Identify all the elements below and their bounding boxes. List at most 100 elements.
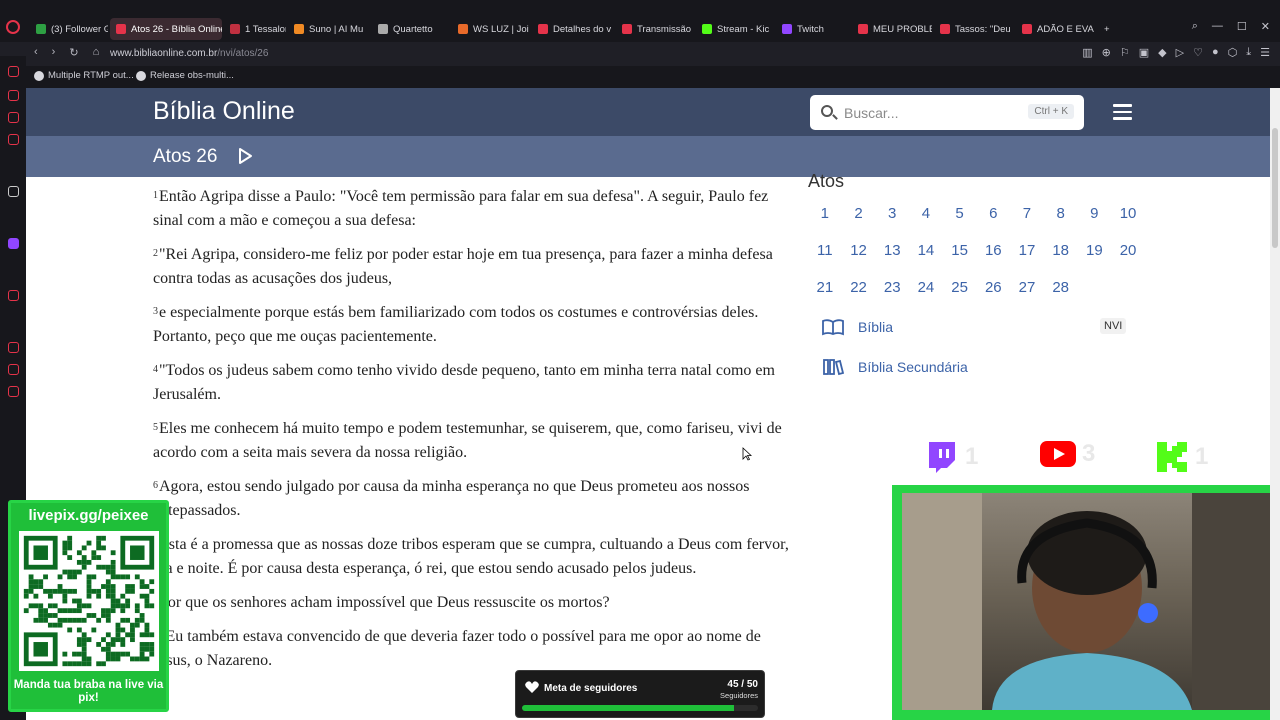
chapter-link[interactable]: 25 [943, 277, 977, 298]
url-field[interactable]: www.bibliaonline.com.br/nvi/atos/26 [110, 48, 268, 59]
reload-icon[interactable]: ↻ [69, 46, 78, 59]
chapter-link[interactable]: 14 [909, 240, 943, 261]
verse[interactable]: 3e especialmente porque estás bem famili… [153, 301, 798, 349]
browser-tab[interactable]: MEU PROBLE [852, 18, 932, 40]
sidebar-ai-icon[interactable] [8, 186, 19, 197]
zoom-icon[interactable]: ⊕ [1102, 46, 1111, 59]
sidebar-cube-icon[interactable] [8, 364, 19, 375]
close-icon[interactable]: ✕ [1261, 20, 1270, 33]
download-icon[interactable]: ⤓ [1246, 46, 1251, 59]
verse[interactable]: 8Por que os senhores acham impossível qu… [153, 591, 798, 615]
chapter-link[interactable]: 13 [875, 240, 909, 261]
secondary-bible-link[interactable]: Bíblia Secundária [822, 358, 968, 376]
verse[interactable]: 7Esta é a promessa que as nossas doze tr… [153, 533, 798, 581]
browser-tab[interactable]: Detalhes do v [532, 18, 614, 40]
search-box[interactable]: Ctrl + K [810, 95, 1084, 130]
heart-icon[interactable]: ♡ [1193, 46, 1203, 59]
play-icon[interactable]: ▷ [1176, 46, 1184, 59]
chapter-link[interactable]: 22 [842, 277, 876, 298]
sidebar-bag-icon[interactable] [8, 90, 19, 101]
chapter-link[interactable]: 26 [976, 277, 1010, 298]
browser-logo-icon[interactable] [6, 20, 20, 34]
extensions-icon[interactable]: ⬡ [1228, 46, 1238, 59]
sidebar-twitch-icon[interactable] [8, 238, 19, 249]
chapter-link[interactable]: 10 [1111, 203, 1145, 224]
bookmark-icon[interactable]: ⚐ [1120, 46, 1130, 59]
chapter-link[interactable]: 15 [943, 240, 977, 261]
chapter-link[interactable]: 3 [875, 203, 909, 224]
browser-tab[interactable]: 1 Tessalonic [224, 18, 286, 40]
sidebar-player-icon[interactable] [8, 290, 19, 301]
chapter-link[interactable]: 8 [1044, 203, 1078, 224]
bookmark-multiple-rtmp[interactable]: Multiple RTMP out... [34, 70, 134, 81]
chapter-link[interactable]: 20 [1111, 240, 1145, 261]
goal-progress-fill [522, 705, 735, 711]
chapter-link[interactable]: 11 [808, 240, 842, 261]
tab-label: Atos 26 - Bíblia Online [131, 23, 222, 35]
snapshot-icon[interactable]: ▣ [1139, 46, 1149, 59]
browser-tab[interactable]: Quartetto [372, 18, 450, 40]
browser-tab[interactable]: Transmissão [616, 18, 694, 40]
sidebar-history-icon[interactable] [8, 66, 19, 77]
verse[interactable]: 2"Rei Agripa, considero-me feliz por pod… [153, 243, 798, 291]
search-input[interactable] [844, 103, 1014, 123]
goal-label: Meta de seguidores [544, 683, 638, 694]
chapter-link[interactable]: 5 [943, 203, 977, 224]
sidebar-tv-icon[interactable] [8, 134, 19, 145]
verse[interactable]: 4"Todos os judeus sabem como tenho vivid… [153, 359, 798, 407]
maximize-icon[interactable]: ☐ [1237, 20, 1247, 33]
browser-tab[interactable]: Atos 26 - Bíblia Online [110, 18, 222, 40]
pix-qr-panel: livepix.gg/peixee Manda tua braba na liv… [8, 500, 169, 712]
browser-tab[interactable]: ADÃO E EVA [1016, 18, 1096, 40]
url-path: /nvi/atos/26 [217, 48, 269, 59]
home-icon[interactable]: ⌂ [93, 46, 100, 59]
chapter-link[interactable]: 17 [1010, 240, 1044, 261]
sidebar-toggle-icon[interactable]: ▥ [1082, 46, 1092, 59]
browser-tab[interactable]: Suno | AI Mu [288, 18, 370, 40]
chapter-link[interactable]: 1 [808, 203, 842, 224]
menu-icon[interactable]: ☰ [1260, 46, 1270, 59]
site-title[interactable]: Bíblia Online [153, 97, 295, 126]
verse[interactable]: 5Eles me conhecem há muito tempo e podem… [153, 417, 798, 465]
search-tabs-icon[interactable]: ⌕ [1192, 20, 1198, 33]
sidebar-music-icon[interactable] [8, 112, 19, 123]
browser-tab[interactable]: Tassos: "Deu [934, 18, 1014, 40]
chapter-link[interactable]: 6 [976, 203, 1010, 224]
browser-tab[interactable]: Twitch [776, 18, 850, 40]
chapter-link[interactable]: 4 [909, 203, 943, 224]
minimize-icon[interactable]: — [1212, 20, 1223, 33]
chapter-link[interactable]: 18 [1044, 240, 1078, 261]
chapter-link[interactable]: 16 [976, 240, 1010, 261]
bookmark-release-obs[interactable]: Release obs-multi... [136, 70, 234, 81]
chapter-link[interactable]: 19 [1078, 240, 1112, 261]
verse[interactable]: 9"Eu também estava convencido de que dev… [153, 625, 798, 673]
hamburger-menu-icon[interactable] [1113, 104, 1132, 120]
browser-tab[interactable]: Stream - Kic [696, 18, 774, 40]
shield-icon[interactable]: ◆ [1158, 46, 1166, 59]
new-tab-icon[interactable]: + [1098, 18, 1116, 40]
browser-tab[interactable]: (3) Follower G [30, 18, 108, 40]
sidebar-settings-icon[interactable] [8, 386, 19, 397]
chapter-link[interactable]: 12 [842, 240, 876, 261]
chapter-link[interactable]: 23 [875, 277, 909, 298]
sidebar-clock-icon[interactable] [8, 342, 19, 353]
chapter-link[interactable]: 7 [1010, 203, 1044, 224]
play-audio-icon[interactable] [236, 147, 254, 165]
extension-icon[interactable]: ● [1212, 46, 1219, 59]
bible-version-badge[interactable]: NVI [1100, 318, 1127, 334]
bible-link[interactable]: Bíblia [822, 318, 893, 336]
verse[interactable]: 6Agora, estou sendo julgado por causa da… [153, 475, 798, 523]
browser-tab[interactable]: WS LUZ | Joi [452, 18, 530, 40]
page-scrollbar[interactable] [1270, 88, 1280, 720]
forward-icon[interactable]: › [52, 46, 56, 59]
chapter-link[interactable]: 24 [909, 277, 943, 298]
chapter-link[interactable]: 28 [1044, 277, 1078, 298]
back-icon[interactable]: ‹ [34, 46, 38, 59]
chapter-link[interactable]: 9 [1078, 203, 1112, 224]
chapter-link[interactable]: 21 [808, 277, 842, 298]
verse[interactable]: 1Então Agripa disse a Paulo: "Você tem p… [153, 185, 798, 233]
tab-label: (3) Follower G [51, 23, 108, 35]
chapter-link[interactable]: 27 [1010, 277, 1044, 298]
chapter-link[interactable]: 2 [842, 203, 876, 224]
scrollbar-thumb[interactable] [1272, 128, 1278, 248]
